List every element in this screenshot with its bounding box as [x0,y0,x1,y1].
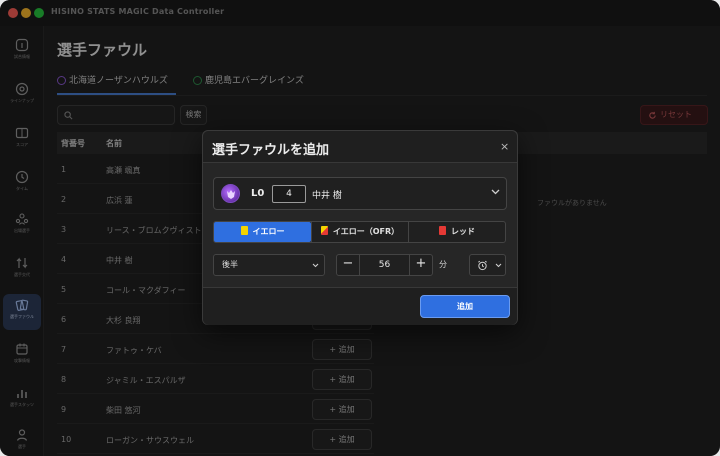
dialog-title: 選手ファウルを追加 [212,143,330,158]
close-icon[interactable]: × [500,140,509,153]
card-option-red[interactable]: レッド [409,222,505,242]
alarm-clock-icon [478,260,487,271]
minute-input[interactable]: 56 [361,255,408,275]
half-select[interactable]: 後半 [213,254,325,276]
player-name: 中井 樹 [312,191,342,201]
timer-select[interactable] [469,254,506,276]
card-type-selector: イエロー イエロー（OFR） レッド [213,221,506,243]
card-option-yellow-ofr[interactable]: イエロー（OFR） [312,222,408,242]
player-select[interactable]: L0 4 中井 樹 [213,177,507,210]
dialog-header: 選手ファウルを追加 × [203,131,517,163]
team-logo [221,184,240,203]
increment-button[interactable]: + [409,255,432,275]
red-card-icon [439,226,446,235]
app-window: HISINO STATS MAGIC Data Controller 試合情報 … [0,0,720,456]
yellow-card-icon [240,226,248,235]
half-value: 後半 [222,260,238,269]
decrement-button[interactable]: − [337,255,360,275]
chevron-down-icon [312,263,319,268]
card-option-label: イエロー [252,227,285,236]
card-option-label: レッド [451,227,475,236]
dialog-footer: 追加 [203,287,517,325]
add-button[interactable]: 追加 [420,295,510,318]
player-position: L0 [251,188,265,199]
card-option-label: イエロー（OFR） [332,227,400,236]
add-foul-dialog: 選手ファウルを追加 × L0 4 中井 樹 イエロー イエロー（OFR） レッド [202,130,518,325]
card-option-yellow[interactable]: イエロー [214,222,311,242]
player-number: 4 [272,185,306,203]
wolf-icon [227,190,235,199]
yellow-red-card-icon [320,226,328,235]
minute-unit: 分 [439,260,447,269]
minute-stepper: − 56 + [336,254,433,276]
chevron-down-icon [495,263,502,268]
chevron-down-icon [491,189,500,195]
